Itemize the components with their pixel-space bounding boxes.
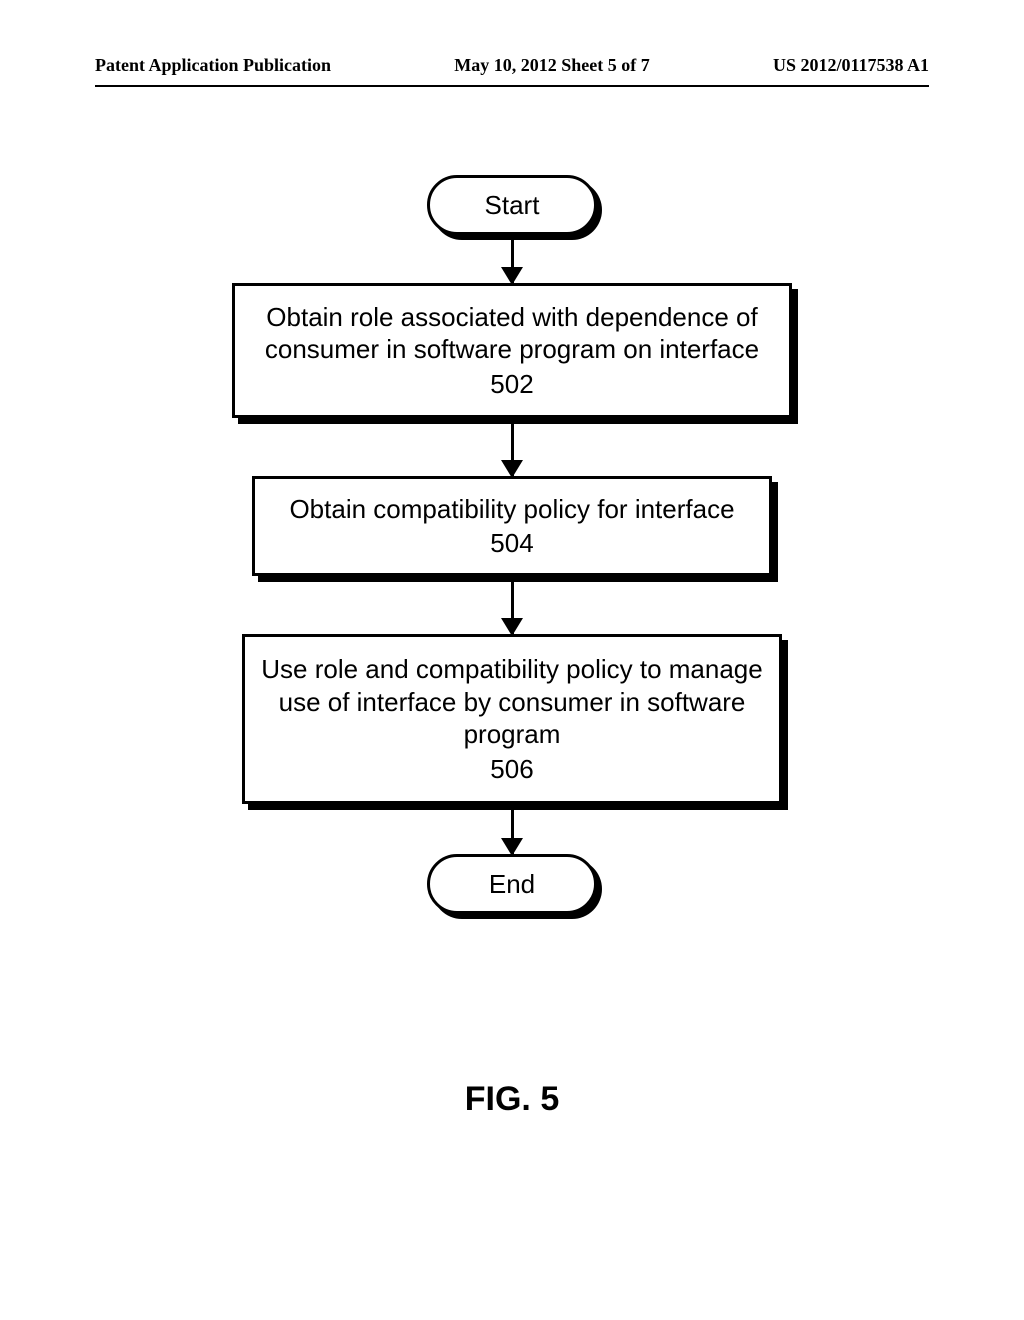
arrow-3 xyxy=(511,576,514,634)
arrow-2 xyxy=(511,418,514,476)
header-divider xyxy=(95,85,929,87)
process-506-ref: 506 xyxy=(490,753,533,786)
flowchart: Start Obtain role associated with depend… xyxy=(0,175,1024,914)
page-header: Patent Application Publication May 10, 2… xyxy=(0,55,1024,76)
arrow-4 xyxy=(511,804,514,854)
process-502-ref: 502 xyxy=(490,368,533,401)
header-left: Patent Application Publication xyxy=(95,55,331,76)
figure-label: FIG. 5 xyxy=(0,1080,1024,1119)
process-502-text: Obtain role associated with dependence o… xyxy=(249,301,775,366)
end-terminal: End xyxy=(427,854,597,914)
header-right: US 2012/0117538 A1 xyxy=(773,55,929,76)
process-504-text: Obtain compatibility policy for interfac… xyxy=(289,493,734,526)
arrow-1 xyxy=(511,235,514,283)
start-terminal: Start xyxy=(427,175,597,235)
process-506-text: Use role and compatibility policy to man… xyxy=(259,653,765,751)
process-502: Obtain role associated with dependence o… xyxy=(232,283,792,418)
process-506: Use role and compatibility policy to man… xyxy=(242,634,782,804)
process-504-ref: 504 xyxy=(490,527,533,560)
end-label: End xyxy=(489,869,535,900)
start-label: Start xyxy=(485,190,540,221)
process-504: Obtain compatibility policy for interfac… xyxy=(252,476,772,576)
header-center: May 10, 2012 Sheet 5 of 7 xyxy=(454,55,649,76)
